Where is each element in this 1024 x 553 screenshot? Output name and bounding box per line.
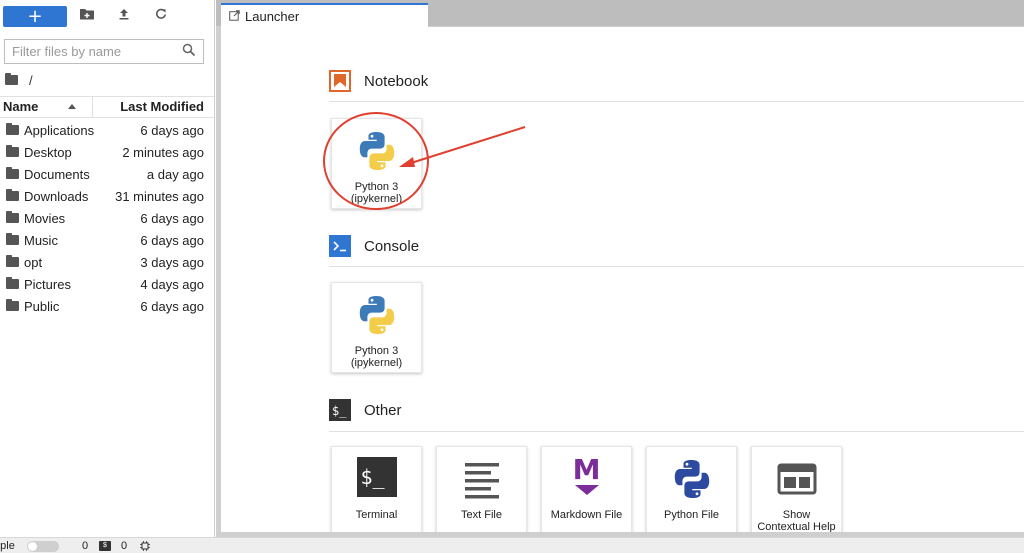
file-modified: 3 days ago xyxy=(140,254,204,270)
file-name: Music xyxy=(24,232,58,248)
annotation-arrow-line xyxy=(410,126,526,164)
annotation-arrow-head xyxy=(399,157,415,167)
terminals-count: 0 xyxy=(82,540,89,552)
file-name: Desktop xyxy=(24,144,72,160)
column-header-name[interactable]: Name xyxy=(0,97,93,117)
breadcrumb-root[interactable]: / xyxy=(29,73,33,88)
file-modified: 6 days ago xyxy=(140,298,204,314)
new-folder-icon[interactable] xyxy=(79,8,95,24)
file-row[interactable]: Movies 6 days ago xyxy=(0,207,214,229)
file-name: Pictures xyxy=(24,276,71,292)
folder-icon xyxy=(6,167,19,179)
tab-label: Launcher xyxy=(245,8,300,24)
file-browser-toolbar: + xyxy=(0,0,214,32)
status-bar: mple 0 $ 0 xyxy=(0,537,1024,553)
file-modified: 4 days ago xyxy=(140,276,204,292)
file-modified: 6 days ago xyxy=(140,122,204,138)
folder-icon xyxy=(6,233,19,245)
file-row[interactable]: Pictures 4 days ago xyxy=(0,273,214,295)
annotation-overlay xyxy=(323,112,526,210)
simple-mode-toggle[interactable] xyxy=(27,541,59,552)
file-modified: 2 minutes ago xyxy=(122,144,204,160)
folder-icon xyxy=(6,123,19,135)
launcher-panel: Notebook Python 3 (ipykernel) Console Py… xyxy=(221,27,1024,532)
file-row[interactable]: Applications 6 days ago xyxy=(0,119,214,141)
tab-bar: Launcher xyxy=(216,0,1024,27)
file-row[interactable]: Music 6 days ago xyxy=(0,229,214,251)
file-row[interactable]: Desktop 2 minutes ago xyxy=(0,141,214,163)
search-icon xyxy=(182,43,198,59)
folder-icon xyxy=(6,299,19,311)
file-name: Public xyxy=(24,298,60,314)
file-name: Applications xyxy=(24,122,95,138)
file-list-header: Name Last Modified xyxy=(0,96,214,118)
folder-icon xyxy=(5,73,18,85)
file-name: Movies xyxy=(24,210,66,226)
file-list: Applications 6 days ago Desktop 2 minutes … xyxy=(0,119,214,317)
folder-icon xyxy=(6,255,19,267)
kernels-count: 0 xyxy=(121,540,128,552)
main-area: Launcher Notebook Python 3 (ipykernel) C… xyxy=(216,0,1024,537)
file-browser: + / Name Last Modified Applications 6 day… xyxy=(0,0,215,537)
file-row[interactable]: Downloads 31 minutes ago xyxy=(0,185,214,207)
folder-icon xyxy=(6,211,19,223)
column-header-last-modified[interactable]: Last Modified xyxy=(93,97,214,117)
folder-icon xyxy=(6,145,19,157)
launcher-tab-icon xyxy=(229,9,240,24)
file-modified: 31 minutes ago xyxy=(115,188,204,204)
simple-mode-label: mple xyxy=(0,540,15,552)
file-modified: a day ago xyxy=(146,166,204,182)
folder-icon xyxy=(6,277,19,289)
file-row[interactable]: opt 3 days ago xyxy=(0,251,214,273)
new-launcher-button[interactable]: + xyxy=(3,6,67,27)
file-filter-box xyxy=(4,39,204,64)
breadcrumb[interactable]: / xyxy=(5,72,33,88)
file-row[interactable]: Documents a day ago xyxy=(0,163,214,185)
file-row[interactable]: Public 6 days ago xyxy=(0,295,214,317)
file-modified: 6 days ago xyxy=(140,232,204,248)
file-name: opt xyxy=(24,254,43,270)
terminal-badge-icon: $ xyxy=(99,541,111,551)
file-filter-input[interactable] xyxy=(5,40,175,63)
file-name: Downloads xyxy=(24,188,89,204)
upload-icon[interactable] xyxy=(116,8,132,24)
tab-launcher[interactable]: Launcher xyxy=(221,3,428,27)
kernel-chip-icon xyxy=(140,541,150,551)
sort-ascending-icon xyxy=(68,104,76,109)
file-modified: 6 days ago xyxy=(140,210,204,226)
refresh-icon[interactable] xyxy=(153,8,169,24)
folder-icon xyxy=(6,189,19,201)
file-name: Documents xyxy=(24,166,90,182)
